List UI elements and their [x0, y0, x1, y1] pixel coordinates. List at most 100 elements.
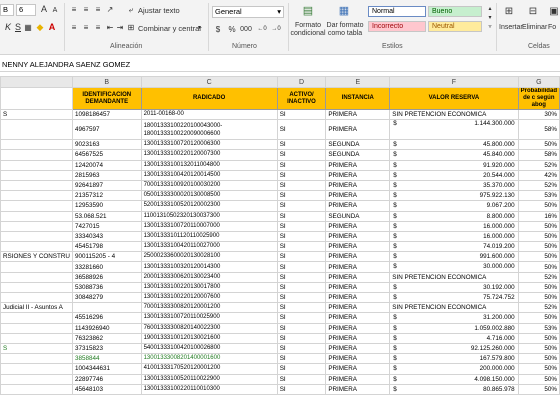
borders-icon[interactable]: ▦: [22, 22, 34, 33]
cell-activo[interactable]: SI: [276, 271, 327, 283]
header-probabilidad[interactable]: Probabilidad de c según abog: [517, 87, 560, 110]
cell-instancia[interactable]: PRIMERA: [325, 220, 391, 232]
styles-more-icon[interactable]: ▿: [484, 22, 496, 33]
cell-probabilidad[interactable]: 50%: [517, 251, 560, 263]
cell-name[interactable]: [0, 139, 73, 151]
decrease-decimal-icon[interactable]: →0: [270, 24, 282, 35]
cell-activo[interactable]: SI: [276, 108, 327, 121]
cell-activo[interactable]: SI: [276, 119, 327, 141]
orientation-icon[interactable]: ↗: [104, 4, 116, 15]
cell-radicado[interactable]: 70001333300820120001200: [140, 302, 278, 314]
cell-radicado[interactable]: 20001333300620130023400: [140, 271, 278, 283]
cell-name[interactable]: [0, 332, 73, 344]
cell-valor-reserva[interactable]: $35.370.000: [389, 179, 519, 192]
cell-name[interactable]: [0, 291, 73, 304]
cell-radicado[interactable]: 13001333100720110007000: [140, 220, 278, 232]
cell-identificacion[interactable]: 45516296: [71, 312, 142, 324]
cell-probabilidad[interactable]: 50%: [517, 353, 560, 365]
cell-identificacion[interactable]: 22897746: [71, 373, 142, 385]
cell-activo[interactable]: SI: [276, 312, 327, 324]
cell-instancia[interactable]: SEGUNDA: [325, 210, 391, 222]
cell-radicado[interactable]: 52001333100520120002300: [140, 200, 278, 212]
cell-activo[interactable]: SI: [276, 220, 327, 232]
cell-name[interactable]: [0, 363, 73, 375]
cell-identificacion[interactable]: 12420074: [71, 159, 142, 171]
column-header-c[interactable]: C: [140, 76, 278, 88]
cell-probabilidad[interactable]: 50%: [517, 220, 560, 232]
cell-probabilidad[interactable]: 50%: [517, 261, 560, 273]
cell-activo[interactable]: SI: [276, 159, 327, 171]
cell-valor-reserva[interactable]: $45.840.000: [389, 149, 519, 161]
cell-radicado[interactable]: 76001333300820140022300: [140, 322, 278, 334]
cell-valor-reserva[interactable]: $45.800.000: [389, 139, 519, 151]
cell-name[interactable]: [0, 373, 73, 385]
cell-identificacion[interactable]: 92641897: [71, 179, 142, 192]
cell-identificacion[interactable]: 4967597: [71, 119, 142, 141]
cell-valor-reserva[interactable]: SIN PRETENCION ECONOMICA: [389, 108, 519, 121]
cell-probabilidad[interactable]: 50%: [517, 383, 560, 395]
align-right-icon[interactable]: ≡: [92, 22, 104, 33]
cell-probabilidad[interactable]: 53%: [517, 190, 560, 202]
cell-valor-reserva[interactable]: $20.544.000: [389, 169, 519, 181]
cell-valor-reserva[interactable]: SIN PRETENCION ECONOMICA: [389, 271, 519, 283]
cell-identificacion[interactable]: 33281660: [71, 261, 142, 273]
merge-center-icon[interactable]: ⊞: [125, 22, 137, 33]
cell-probabilidad[interactable]: 50%: [517, 363, 560, 375]
cell-identificacion[interactable]: 30848279: [71, 291, 142, 304]
cell-valor-reserva[interactable]: $80.865.978: [389, 383, 519, 395]
cell-probabilidad[interactable]: 16%: [517, 210, 560, 222]
cell-instancia[interactable]: PRIMERA: [325, 363, 391, 375]
cell-probabilidad[interactable]: 50%: [517, 139, 560, 151]
cell-radicado[interactable]: 19001333100120130021600: [140, 332, 278, 344]
fill-color-icon[interactable]: ◆: [34, 22, 46, 33]
cell-radicado[interactable]: 70001333100920100030200: [140, 179, 278, 192]
cell-name[interactable]: RSIONES Y CONSTRU: [0, 251, 73, 263]
cell-radicado[interactable]: 13001333100720110025900: [140, 312, 278, 324]
delete-button[interactable]: Eliminar: [522, 24, 547, 31]
style-incorrecto[interactable]: Incorrecto: [368, 21, 426, 32]
cell-valor-reserva[interactable]: $200.000.000: [389, 363, 519, 375]
cell-instancia[interactable]: PRIMERA: [325, 383, 391, 395]
cell-identificacion[interactable]: 21357312: [71, 190, 142, 202]
decrease-font-icon[interactable]: A: [49, 5, 61, 16]
column-header-d[interactable]: D: [276, 76, 327, 88]
merge-center-button[interactable]: Combinar y centrar: [138, 24, 202, 33]
cell-radicado[interactable]: 13001333100220130017800: [140, 281, 278, 294]
cell-probabilidad[interactable]: 50%: [517, 241, 560, 253]
cell-activo[interactable]: SI: [276, 261, 327, 273]
cell-activo[interactable]: SI: [276, 363, 327, 375]
cell-name[interactable]: [0, 200, 73, 212]
column-header-g[interactable]: G: [517, 76, 560, 88]
cell-valor-reserva[interactable]: $9.067.200: [389, 200, 519, 212]
cell-identificacion[interactable]: 37315823: [71, 342, 142, 355]
cell-instancia[interactable]: SEGUNDA: [325, 149, 391, 161]
wrap-text-button[interactable]: Ajustar texto: [138, 6, 180, 15]
cell-name[interactable]: S: [0, 108, 73, 121]
cell-activo[interactable]: SI: [276, 169, 327, 181]
cell-instancia[interactable]: PRIMERA: [325, 271, 391, 283]
cell-identificacion[interactable]: 36588926: [71, 271, 142, 283]
wrap-text-icon[interactable]: ⤶: [125, 4, 137, 15]
cell-name[interactable]: [0, 210, 73, 222]
cell-valor-reserva[interactable]: $1.059.002.880: [389, 322, 519, 334]
align-top-icon[interactable]: ≡: [68, 4, 80, 15]
cell-probabilidad[interactable]: 50%: [517, 312, 560, 324]
column-header-f[interactable]: F: [389, 76, 519, 88]
conditional-format-button[interactable]: Formato condicional: [290, 22, 326, 38]
cell-activo[interactable]: SI: [276, 230, 327, 243]
cell-radicado[interactable]: 25000233600020130028100: [140, 251, 278, 263]
header-identificacion[interactable]: IDENTIFICACION DEMANDANTE: [71, 87, 142, 110]
cell-activo[interactable]: SI: [276, 179, 327, 192]
cell-valor-reserva[interactable]: $8.800.000: [389, 210, 519, 222]
cell-activo[interactable]: SI: [276, 332, 327, 344]
align-center-icon[interactable]: ≡: [80, 22, 92, 33]
cell-name[interactable]: [0, 159, 73, 171]
header-radicado[interactable]: RADICADO: [140, 87, 278, 110]
cell-instancia[interactable]: SEGUNDA: [325, 139, 391, 151]
formula-bar[interactable]: NENNY ALEJANDRA SAENZ GOMEZ: [0, 58, 560, 72]
insert-button[interactable]: Insertar: [499, 24, 523, 31]
cell-name[interactable]: [0, 190, 73, 202]
cell-probabilidad[interactable]: 50%: [517, 200, 560, 212]
cell-instancia[interactable]: PRIMERA: [325, 281, 391, 294]
cell-name[interactable]: [0, 312, 73, 324]
